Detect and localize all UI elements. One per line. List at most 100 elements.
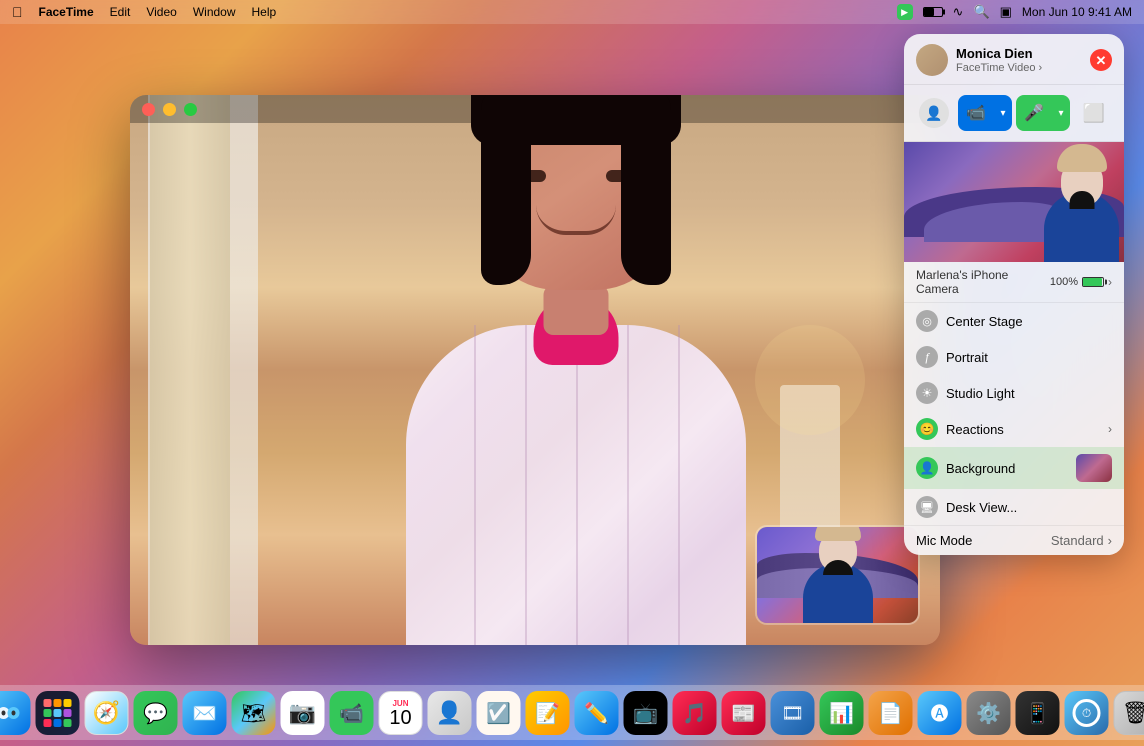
battery-display: 100% › — [1050, 275, 1112, 289]
appstore-icon: 🅐 — [931, 700, 949, 726]
video-button[interactable]: 📹 — [958, 95, 994, 131]
reactions-icon: 😊 — [916, 418, 938, 440]
mail-icon: ✉️ — [192, 701, 217, 726]
self-view-bg — [757, 527, 918, 623]
dock: 🧭 💬 ✉️ 🗺 📷 📹 JUN 10 👤 ☑️ 📝 ✏️ 📺 — [0, 685, 1144, 740]
video-button-group[interactable]: 📹 ▾ — [958, 95, 1012, 131]
camera-chevron: › — [1108, 275, 1112, 289]
dock-item-trash[interactable]: 🗑 — [1114, 691, 1144, 735]
control-center-icon[interactable]: ▣ — [1000, 4, 1012, 20]
desk-view-label: Desk View... — [946, 500, 1017, 515]
facetime-window — [130, 95, 940, 645]
desk-view-icon: 🖥 — [916, 496, 938, 518]
dock-item-calendar[interactable]: JUN 10 — [379, 691, 423, 735]
reactions-arrow: › — [1108, 422, 1112, 436]
dock-item-sysprefs[interactable]: ⚙️ — [967, 691, 1011, 735]
dock-item-finder[interactable] — [0, 691, 31, 735]
wifi-icon: ∿ — [953, 4, 964, 20]
mic-mode-value-group: Standard › — [1051, 533, 1112, 548]
portrait-icon: f — [916, 346, 938, 368]
dock-item-iphone[interactable]: 📱 — [1016, 691, 1060, 735]
close-button[interactable] — [142, 103, 155, 116]
background-icon: 👤 — [916, 457, 938, 479]
portrait-item[interactable]: f Portrait — [904, 339, 1124, 375]
background-thumb-img — [1076, 454, 1112, 482]
dock-item-keynote[interactable]: 🎞 — [771, 691, 815, 735]
dock-item-contacts[interactable]: 👤 — [428, 691, 472, 735]
video-dropdown-chevron: ▾ — [1000, 108, 1005, 119]
studio-light-label: Studio Light — [946, 386, 1015, 401]
battery-bar — [1082, 277, 1104, 287]
dock-item-screentime[interactable]: ⏱ — [1065, 691, 1109, 735]
menu-window[interactable]: Window — [193, 5, 236, 19]
mic-button-group[interactable]: 🎤 ▾ — [1016, 95, 1070, 131]
dock-item-launchpad[interactable] — [36, 691, 80, 735]
dock-item-photos[interactable]: 📷 — [281, 691, 325, 735]
reactions-item[interactable]: 😊 Reactions › — [904, 411, 1124, 447]
menu-bar:  FaceTime Edit Video Window Help ▶ ∿ 🔍 … — [0, 0, 1144, 24]
dock-item-freeform[interactable]: ✏️ — [575, 691, 619, 735]
finder-icon — [0, 699, 23, 727]
calendar-day: 10 — [389, 708, 411, 728]
panel-contact-info: Monica Dien FaceTime Video › — [916, 44, 1042, 76]
dock-item-facetime[interactable]: 📹 — [330, 691, 374, 735]
profile-button[interactable]: 👤 — [914, 95, 954, 131]
control-panel: Monica Dien FaceTime Video › ✕ 👤 📹 ▾ 🎤 — [904, 34, 1124, 555]
dock-item-reminders[interactable]: ☑️ — [477, 691, 521, 735]
search-icon[interactable]: 🔍 — [973, 4, 989, 20]
contacts-icon: 👤 — [436, 700, 463, 726]
dock-item-news[interactable]: 📰 — [722, 691, 766, 735]
battery-percent: 100% — [1050, 276, 1078, 288]
maps-icon: 🗺 — [241, 701, 266, 726]
dock-item-maps[interactable]: 🗺 — [232, 691, 276, 735]
dock-item-tv[interactable]: 📺 — [624, 691, 668, 735]
menu-edit[interactable]: Edit — [110, 5, 131, 19]
battery-icon — [923, 7, 943, 17]
mic-chevron-button[interactable]: ▾ — [1052, 95, 1070, 131]
screentime-icon: ⏱ — [1073, 699, 1101, 727]
trash-icon: 🗑 — [1122, 700, 1144, 726]
panel-video-preview — [904, 142, 1124, 262]
microphone-icon: 🎤 — [1024, 103, 1044, 123]
news-icon: 📰 — [731, 701, 756, 726]
dock-item-music[interactable]: 🎵 — [673, 691, 717, 735]
share-screen-button[interactable]: ⬜ — [1074, 95, 1114, 131]
person-shirt — [406, 325, 746, 645]
dock-item-appstore[interactable]: 🅐 — [918, 691, 962, 735]
dock-item-safari[interactable]: 🧭 — [85, 691, 129, 735]
lamp-glow — [755, 325, 865, 435]
menu-help[interactable]: Help — [252, 5, 277, 19]
panel-header: Monica Dien FaceTime Video › ✕ — [904, 34, 1124, 85]
menu-video[interactable]: Video — [146, 5, 176, 19]
reminders-icon: ☑️ — [486, 701, 511, 726]
minimize-button[interactable] — [163, 103, 176, 116]
person-neck — [543, 285, 608, 335]
dock-item-mail[interactable]: ✉️ — [183, 691, 227, 735]
center-stage-item[interactable]: ◎ Center Stage — [904, 303, 1124, 339]
desk-view-item[interactable]: 🖥 Desk View... — [904, 489, 1124, 525]
pages-icon: 📄 — [878, 701, 903, 726]
maximize-button[interactable] — [184, 103, 197, 116]
mic-button[interactable]: 🎤 — [1016, 95, 1052, 131]
camera-info-row[interactable]: Marlena's iPhone Camera 100% › — [904, 262, 1124, 303]
dock-item-pages[interactable]: 📄 — [869, 691, 913, 735]
dock-item-notes[interactable]: 📝 — [526, 691, 570, 735]
app-name[interactable]: FaceTime — [39, 5, 94, 19]
self-view-thumbnail[interactable] — [755, 525, 920, 625]
mic-mode-row[interactable]: Mic Mode Standard › — [904, 525, 1124, 555]
keynote-icon: 🎞 — [781, 703, 804, 724]
dock-item-numbers[interactable]: 📊 — [820, 691, 864, 735]
apple-menu[interactable]:  — [12, 4, 23, 20]
panel-controls-row: 👤 📹 ▾ 🎤 ▾ ⬜ — [904, 85, 1124, 142]
dock-item-messages[interactable]: 💬 — [134, 691, 178, 735]
person-hair-left — [481, 95, 531, 285]
contact-avatar — [916, 44, 948, 76]
tv-icon: 📺 — [633, 701, 658, 726]
video-chevron-button[interactable]: ▾ — [994, 95, 1012, 131]
battery-fill — [1083, 278, 1102, 286]
background-item[interactable]: 👤 Background — [904, 447, 1124, 489]
facetime-icon: 📹 — [339, 701, 364, 726]
contact-info-text: Monica Dien FaceTime Video › — [956, 46, 1042, 74]
panel-close-button[interactable]: ✕ — [1090, 49, 1112, 71]
studio-light-item[interactable]: ☀ Studio Light — [904, 375, 1124, 411]
